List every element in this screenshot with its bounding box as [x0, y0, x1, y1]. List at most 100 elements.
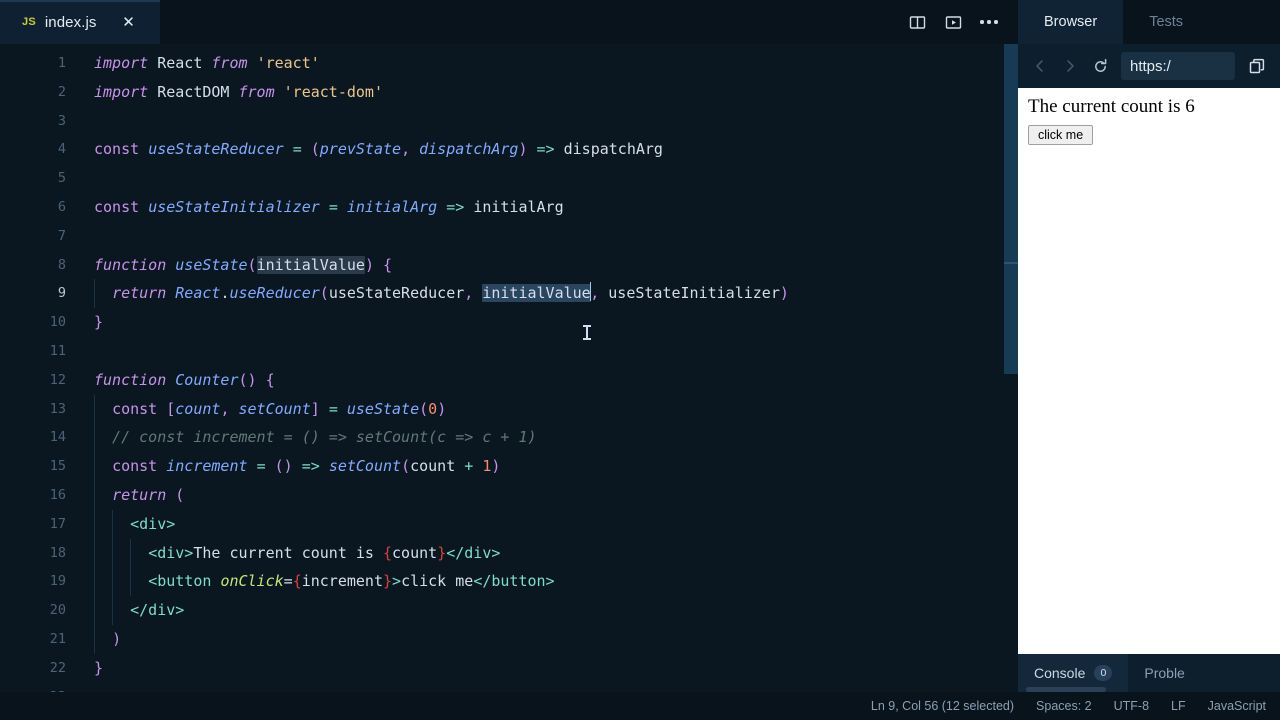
- more-actions-icon[interactable]: [974, 7, 1004, 37]
- code-line[interactable]: 4 const useStateReducer = (prevState, dis…: [0, 135, 1018, 164]
- code-editor-surface[interactable]: 1 import React from 'react' 2 import ReactD…: [0, 44, 1018, 692]
- code-token: React: [175, 284, 221, 303]
- code-token: useState: [175, 255, 248, 274]
- code-line[interactable]: 8 function useState(initialValue) {: [0, 251, 1018, 280]
- code-token: ): [112, 629, 122, 648]
- code-token: =>: [536, 140, 555, 159]
- code-token: ,: [401, 140, 411, 159]
- code-line[interactable]: 11: [0, 337, 1018, 366]
- tab-tests[interactable]: Tests: [1123, 0, 1209, 44]
- code-line[interactable]: 21 ): [0, 625, 1018, 654]
- status-encoding[interactable]: UTF-8: [1114, 699, 1149, 713]
- code-line[interactable]: 6 const useStateInitializer = initialArg …: [0, 193, 1018, 222]
- status-eol[interactable]: LF: [1171, 699, 1186, 713]
- code-line[interactable]: 17 <div>: [0, 510, 1018, 539]
- code-token: (: [419, 399, 429, 418]
- code-line[interactable]: 14 // const increment = () => setCount(c…: [0, 423, 1018, 452]
- code-line[interactable]: 22}: [0, 654, 1018, 683]
- console-panel-tabs: Console 0 Proble: [1018, 654, 1280, 692]
- code-token: }: [437, 543, 447, 562]
- code-line[interactable]: 2 import ReactDOM from 'react-dom': [0, 78, 1018, 107]
- code-line[interactable]: 15 const increment = () => setCount(coun…: [0, 452, 1018, 481]
- code-line[interactable]: 12 function Counter() {: [0, 366, 1018, 395]
- editor-vertical-scrollbar[interactable]: [1004, 44, 1018, 692]
- code-token: </button>: [473, 572, 555, 591]
- tab-browser[interactable]: Browser: [1018, 0, 1124, 44]
- code-token: (: [310, 140, 320, 159]
- code-line[interactable]: 10}: [0, 308, 1018, 337]
- code-token: const: [112, 457, 158, 476]
- code-line[interactable]: 3: [0, 107, 1018, 136]
- tab-problems[interactable]: Proble: [1128, 654, 1200, 692]
- code-line[interactable]: 1 import React from 'react': [0, 49, 1018, 78]
- code-token: =: [256, 457, 266, 476]
- back-icon[interactable]: [1026, 52, 1054, 80]
- run-preview-icon[interactable]: [938, 7, 968, 37]
- code-line[interactable]: 20 </div>: [0, 596, 1018, 625]
- code-token: increment: [166, 457, 248, 476]
- code-token: ]: [310, 399, 320, 418]
- code-line[interactable]: 7: [0, 222, 1018, 251]
- line-number: 12: [49, 371, 66, 388]
- code-line[interactable]: 5: [0, 164, 1018, 193]
- code-line[interactable]: 9 return React.useReducer(useStateReduce…: [0, 279, 1018, 308]
- status-indentation[interactable]: Spaces: 2: [1036, 699, 1092, 713]
- line-number: 6: [57, 198, 66, 215]
- code-line[interactable]: 13 const [count, setCount] = useState(0): [0, 395, 1018, 424]
- code-line[interactable]: 19 <button onClick={increment}>click me<…: [0, 567, 1018, 596]
- split-editor-icon[interactable]: [902, 7, 932, 37]
- status-cursor-position[interactable]: Ln 9, Col 56 (12 selected): [871, 699, 1014, 713]
- console-horizontal-scrollbar[interactable]: [1026, 687, 1106, 692]
- indent-guide: [130, 538, 132, 597]
- forward-icon[interactable]: [1056, 52, 1084, 80]
- preview-click-me-button[interactable]: click me: [1028, 125, 1094, 145]
- code-token: ,: [464, 284, 474, 303]
- line-number: 9: [57, 285, 66, 302]
- code-line[interactable]: 18 <div>The current count is {count}</di…: [0, 539, 1018, 568]
- code-token: useStateReducer: [328, 284, 465, 303]
- copy-url-icon[interactable]: [1242, 52, 1272, 80]
- code-line[interactable]: 23: [0, 683, 1018, 692]
- code-token: initialArg: [346, 197, 438, 216]
- editor-scrollbar-thumb[interactable]: [1004, 44, 1018, 374]
- line-number: 18: [49, 544, 66, 561]
- line-number: 15: [49, 458, 66, 475]
- reload-icon[interactable]: [1086, 52, 1114, 80]
- close-icon[interactable]: ✕: [120, 13, 138, 31]
- code-token: (: [175, 485, 185, 504]
- tab-console-label: Console: [1034, 665, 1086, 681]
- indent-guide: [112, 509, 114, 625]
- code-token: 0: [428, 399, 438, 418]
- code-token: initialValue: [482, 284, 591, 303]
- code-token: </div>: [130, 601, 185, 620]
- code-token: =: [328, 399, 338, 418]
- line-number: 22: [49, 659, 66, 676]
- status-bar: Ln 9, Col 56 (12 selected) Spaces: 2 UTF…: [0, 692, 1280, 720]
- url-input[interactable]: https:/: [1121, 52, 1235, 80]
- code-text: return React.useReducer(useStateReducer,…: [94, 279, 789, 308]
- code-token: ): [491, 457, 501, 476]
- status-language-mode[interactable]: JavaScript: [1208, 699, 1266, 713]
- editor-tabbar: JS index.js ✕: [0, 0, 1018, 44]
- code-token: =: [283, 572, 293, 591]
- code-line[interactable]: 16 return (: [0, 481, 1018, 510]
- editor-tab-index-js[interactable]: JS index.js ✕: [0, 0, 160, 44]
- side-panel: Browser Tests https:/ The current count …: [1018, 0, 1280, 692]
